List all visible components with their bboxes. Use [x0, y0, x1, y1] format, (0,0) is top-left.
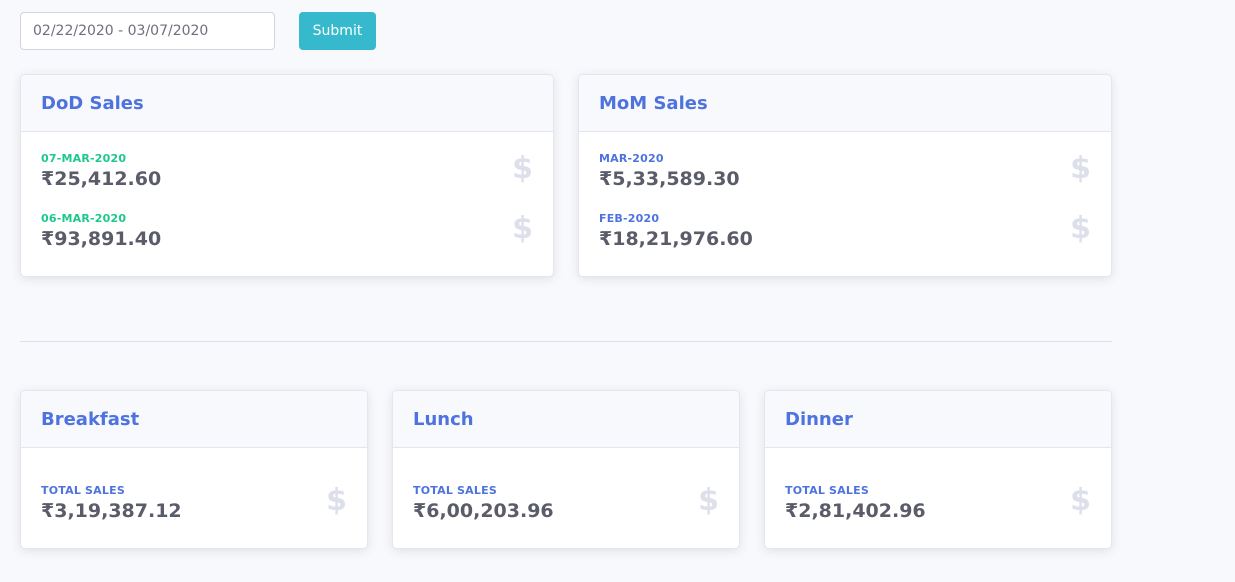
- total-sales-label: TOTAL SALES: [785, 484, 869, 497]
- section-divider: [20, 341, 1112, 342]
- card-header: Dinner: [765, 391, 1111, 448]
- stat-item: TOTAL SALES ₹2,81,402.96 $: [785, 484, 1091, 528]
- card-header: MoM Sales: [579, 75, 1111, 132]
- stat-date-label: 07-MAR-2020: [41, 152, 127, 165]
- submit-button[interactable]: Submit: [299, 12, 376, 50]
- stat-value: ₹93,891.40: [41, 228, 162, 250]
- date-range-input[interactable]: [20, 12, 275, 50]
- stat-item: TOTAL SALES ₹3,19,387.12 $: [41, 484, 347, 528]
- stat-value: ₹18,21,976.60: [599, 228, 753, 250]
- total-sales-value: ₹3,19,387.12: [41, 500, 182, 522]
- stat-item: MAR-2020 ₹5,33,589.30 $: [599, 152, 1091, 196]
- card-title: Breakfast: [41, 408, 140, 430]
- total-sales-label: TOTAL SALES: [41, 484, 125, 497]
- stat-item: 07-MAR-2020 ₹25,412.60 $: [41, 152, 533, 196]
- dinner-card: Dinner TOTAL SALES ₹2,81,402.96 $: [764, 390, 1112, 549]
- lunch-card: Lunch TOTAL SALES ₹6,00,203.96 $: [392, 390, 740, 549]
- dollar-icon: $: [1070, 483, 1091, 518]
- total-sales-label: TOTAL SALES: [413, 484, 497, 497]
- card-header: DoD Sales: [21, 75, 553, 132]
- total-sales-value: ₹2,81,402.96: [785, 500, 926, 522]
- stat-value: ₹25,412.60: [41, 168, 162, 190]
- stat-month-label: MAR-2020: [599, 152, 664, 165]
- card-header: Breakfast: [21, 391, 367, 448]
- card-title: Lunch: [413, 408, 474, 430]
- dollar-icon: $: [326, 483, 347, 518]
- stat-value: ₹5,33,589.30: [599, 168, 740, 190]
- card-header: Lunch: [393, 391, 739, 448]
- stat-date-label: 06-MAR-2020: [41, 212, 127, 225]
- dollar-icon: $: [1070, 211, 1091, 246]
- dollar-icon: $: [1070, 151, 1091, 186]
- stat-month-label: FEB-2020: [599, 212, 660, 225]
- total-sales-value: ₹6,00,203.96: [413, 500, 554, 522]
- card-title: DoD Sales: [41, 92, 144, 114]
- breakfast-card: Breakfast TOTAL SALES ₹3,19,387.12 $: [20, 390, 368, 549]
- dollar-icon: $: [698, 483, 719, 518]
- card-title: MoM Sales: [599, 92, 708, 114]
- card-title: Dinner: [785, 408, 853, 430]
- dod-sales-card: DoD Sales 07-MAR-2020 ₹25,412.60 $ 06-MA…: [20, 74, 554, 277]
- stat-item: 06-MAR-2020 ₹93,891.40 $: [41, 212, 533, 256]
- dollar-icon: $: [512, 211, 533, 246]
- stat-item: FEB-2020 ₹18,21,976.60 $: [599, 212, 1091, 256]
- mom-sales-card: MoM Sales MAR-2020 ₹5,33,589.30 $ FEB-20…: [578, 74, 1112, 277]
- stat-item: TOTAL SALES ₹6,00,203.96 $: [413, 484, 719, 528]
- dollar-icon: $: [512, 151, 533, 186]
